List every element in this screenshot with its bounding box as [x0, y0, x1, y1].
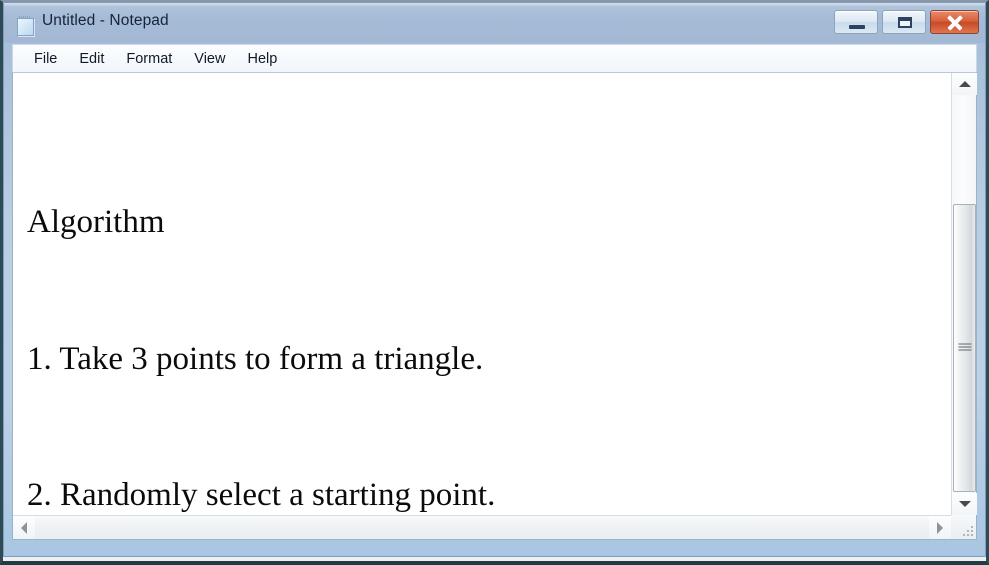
maximize-button[interactable]	[882, 10, 926, 34]
vertical-scrollbar[interactable]	[951, 73, 977, 515]
text-line: 1. Take 3 points to form a triangle.	[27, 340, 484, 377]
resize-corner[interactable]	[951, 515, 976, 539]
text-line: Algorithm	[27, 204, 165, 240]
scroll-down-button[interactable]	[952, 493, 977, 515]
scroll-up-arrow-icon	[958, 81, 971, 87]
window-title: Untitled - Notepad	[42, 12, 169, 29]
minimize-icon	[849, 25, 865, 29]
document-text[interactable]: Algorithm 1. Take 3 points to form a tri…	[27, 109, 947, 515]
menu-item-format[interactable]: Format	[115, 49, 183, 69]
close-button[interactable]	[930, 10, 979, 34]
scroll-thumb-grip-icon	[958, 343, 971, 353]
maximize-icon	[898, 17, 912, 28]
scroll-up-button[interactable]	[952, 73, 977, 95]
notepad-icon-page	[17, 18, 34, 36]
menu-bar: File Edit Format View Help	[12, 44, 977, 72]
notepad-window: Untitled - Notepad File Edit Format View…	[3, 2, 986, 557]
horizontal-scrollbar[interactable]	[13, 515, 951, 539]
scroll-left-button[interactable]	[13, 516, 35, 539]
menu-item-help[interactable]: Help	[236, 49, 288, 69]
text-line: 2. Randomly select a starting point.	[27, 477, 496, 513]
menu-item-file[interactable]: File	[23, 49, 68, 69]
desktop-background: Untitled - Notepad File Edit Format View…	[0, 0, 989, 565]
scroll-left-arrow-icon	[21, 521, 27, 534]
vertical-scroll-thumb[interactable]	[953, 204, 976, 492]
text-editor[interactable]: Algorithm 1. Take 3 points to form a tri…	[13, 73, 951, 515]
scroll-down-arrow-icon	[958, 501, 971, 507]
minimize-button[interactable]	[834, 10, 878, 34]
title-bar-highlight	[4, 3, 985, 6]
close-icon	[931, 11, 978, 33]
menu-item-view[interactable]: View	[183, 49, 236, 69]
scroll-right-arrow-icon	[937, 521, 943, 534]
resize-grip-icon	[961, 524, 973, 536]
scroll-right-button[interactable]	[929, 516, 951, 539]
window-controls	[834, 10, 979, 34]
menu-item-edit[interactable]: Edit	[68, 49, 115, 69]
notepad-icon	[16, 14, 35, 36]
title-bar[interactable]: Untitled - Notepad	[4, 3, 985, 43]
client-area: Algorithm 1. Take 3 points to form a tri…	[12, 72, 977, 540]
